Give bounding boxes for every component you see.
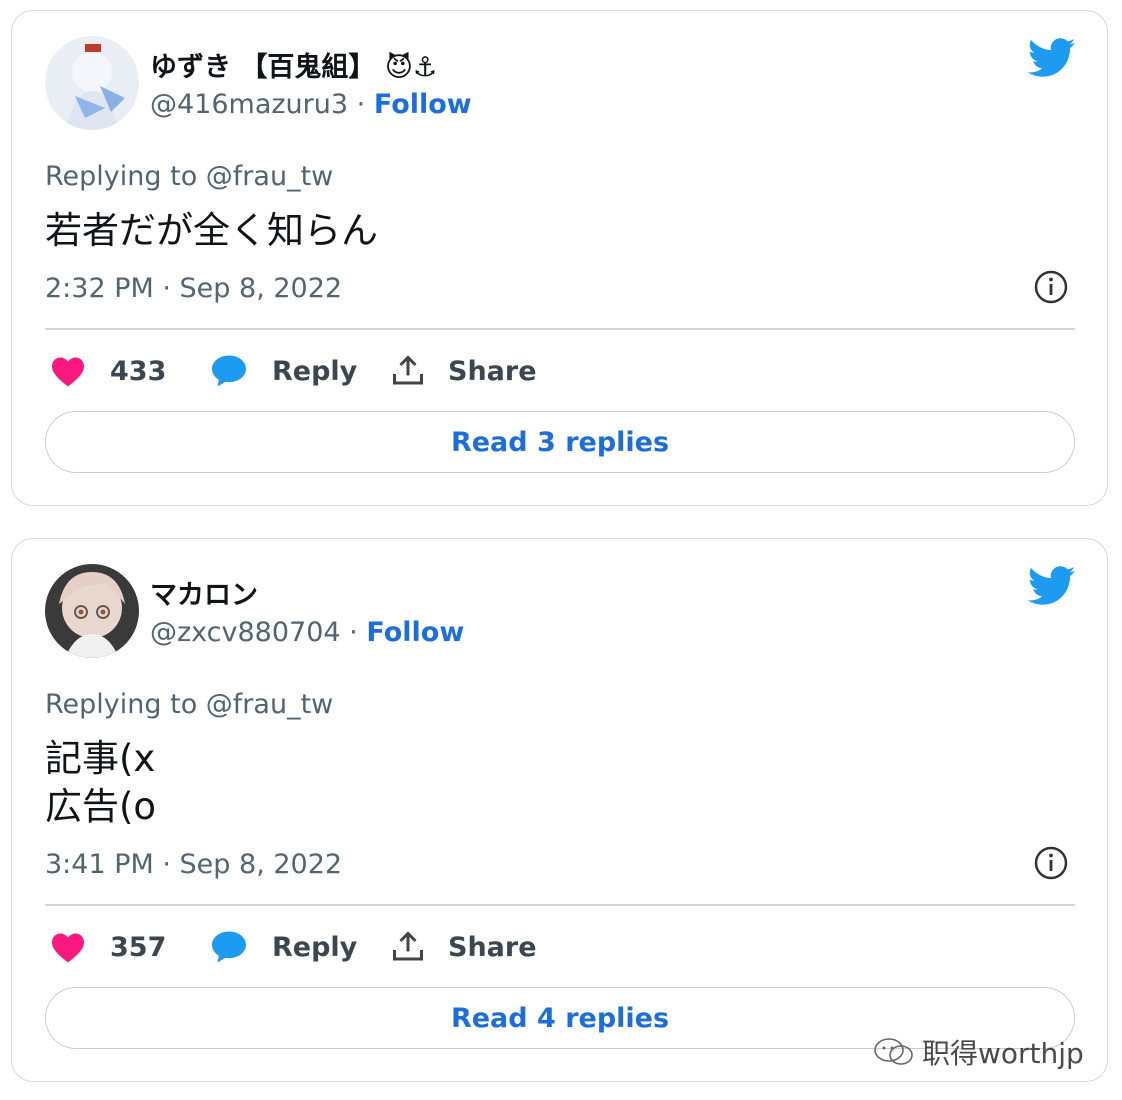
read-replies-button[interactable]: Read 3 replies [45, 411, 1075, 473]
share-label: Share [448, 355, 537, 387]
heart-icon [52, 933, 84, 963]
avatar[interactable] [45, 36, 139, 130]
comment-icon [212, 931, 246, 963]
handle[interactable]: @416mazuru3 [150, 89, 348, 120]
divider [45, 904, 1075, 906]
separator: · [356, 89, 366, 120]
wechat-icon [874, 1038, 913, 1065]
display-name[interactable]: ゆずき 【百鬼組】 😈⚓ [150, 45, 437, 84]
handle-row: @zxcv880704 · Follow [150, 617, 464, 648]
twitter-bird-icon[interactable] [1028, 38, 1076, 78]
share-button[interactable]: Share [390, 351, 537, 391]
tweet-text-line: 広告(o [45, 785, 157, 828]
tweet-text-line: 記事(x [45, 737, 156, 780]
handle[interactable]: @zxcv880704 [150, 617, 341, 648]
tweet-card: ゆずき 【百鬼組】 😈⚓ @416mazuru3 · Follow Replyi… [11, 10, 1108, 506]
timestamp[interactable]: 3:41 PM · Sep 8, 2022 [45, 849, 342, 880]
timestamp[interactable]: 2:32 PM · Sep 8, 2022 [45, 273, 342, 304]
share-icon [393, 355, 423, 385]
separator: · [349, 617, 358, 648]
follow-button[interactable]: Follow [366, 617, 464, 648]
info-icon[interactable] [1034, 846, 1068, 880]
tweet-card: マカロン @zxcv880704 · Follow Replying to @f… [11, 538, 1108, 1082]
reply-label: Reply [272, 355, 358, 387]
share-label: Share [448, 931, 537, 963]
reply-button[interactable]: Reply [210, 351, 357, 391]
follow-button[interactable]: Follow [374, 89, 472, 120]
like-count: 433 [110, 355, 167, 387]
comment-icon [212, 355, 246, 387]
display-name[interactable]: マカロン [150, 573, 258, 612]
divider [45, 328, 1075, 330]
heart-icon [52, 357, 84, 387]
avatar[interactable] [45, 564, 139, 658]
action-bar: 357 Reply Share [50, 927, 650, 967]
tweet-text: 記事(x 広告(o [45, 735, 156, 831]
share-button[interactable]: Share [390, 927, 537, 967]
reply-button[interactable]: Reply [210, 927, 357, 967]
reply-label: Reply [272, 931, 358, 963]
name-emojis: 😈⚓ [384, 52, 438, 83]
replying-to[interactable]: Replying to @frau_tw [45, 161, 333, 192]
share-icon [393, 931, 423, 961]
tweet-text: 若者だが全く知らん [45, 209, 378, 252]
action-bar: 433 Reply Share [50, 351, 650, 391]
twitter-bird-icon[interactable] [1028, 566, 1076, 606]
info-icon[interactable] [1034, 270, 1068, 304]
watermark: 职得worthjp [872, 1032, 1084, 1072]
like-count: 357 [110, 931, 167, 963]
like-button[interactable]: 433 [50, 351, 166, 391]
handle-row: @416mazuru3 · Follow [150, 89, 472, 120]
like-button[interactable]: 357 [50, 927, 166, 967]
replying-to[interactable]: Replying to @frau_tw [45, 689, 333, 720]
